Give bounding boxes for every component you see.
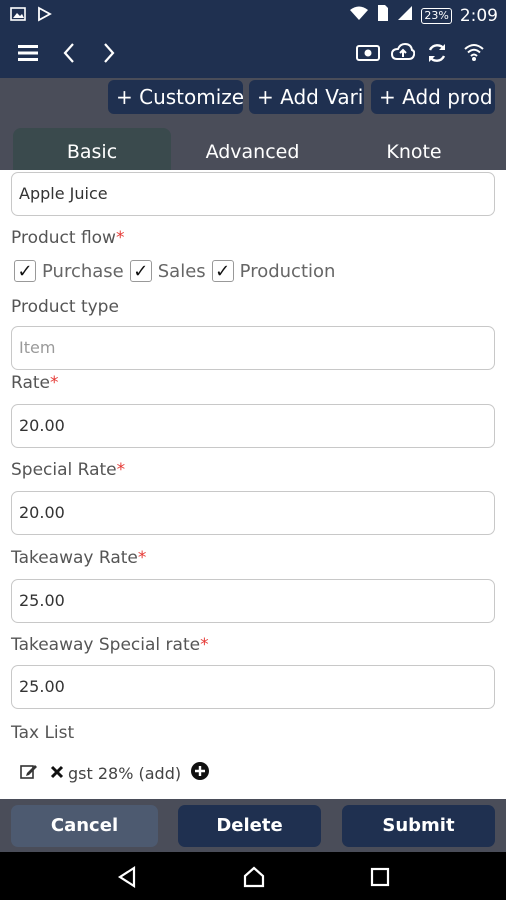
tab-knote[interactable]: Knote <box>335 128 493 170</box>
menu-icon[interactable] <box>18 43 40 67</box>
rate-label: Rate* <box>11 373 59 393</box>
purchase-label: Purchase <box>42 260 124 282</box>
product-flow-options: ✓ Purchase ✓ Sales ✓ Production <box>14 260 341 282</box>
special-rate-label: Special Rate* <box>11 460 126 480</box>
status-bar: 23% 2:09 <box>0 0 506 30</box>
production-checkbox[interactable]: ✓ <box>211 260 234 282</box>
add-variant-button[interactable]: + Add Vari <box>249 80 364 114</box>
back-icon[interactable] <box>116 865 138 892</box>
edit-icon[interactable] <box>20 762 38 784</box>
tab-bar: Basic Advanced Knote <box>0 122 506 170</box>
clock: 2:09 <box>459 5 498 26</box>
sync-icon[interactable] <box>426 42 448 68</box>
remove-tax-icon[interactable] <box>50 764 64 783</box>
chevron-left-icon[interactable] <box>62 42 76 68</box>
sim-icon <box>377 4 389 27</box>
product-type-input[interactable]: Item <box>11 326 495 370</box>
battery-indicator: 23% <box>421 7 452 24</box>
recent-apps-icon[interactable] <box>370 867 390 891</box>
product-name-input[interactable]: Apple Juice <box>11 172 495 216</box>
tab-basic[interactable]: Basic <box>13 128 171 170</box>
tab-advanced[interactable]: Advanced <box>175 128 330 170</box>
tax-list-label: Tax List <box>11 723 75 743</box>
system-nav-bar <box>0 852 506 900</box>
action-bar: + Customize + Add Vari + Add prod <box>0 78 506 122</box>
takeaway-rate-input[interactable]: 25.00 <box>11 579 495 623</box>
play-store-notification-icon <box>36 6 52 26</box>
home-icon[interactable] <box>242 865 266 893</box>
wifi-icon <box>349 5 369 26</box>
submit-button[interactable]: Submit <box>342 805 495 847</box>
tax-list-item: gst 28% (add) <box>20 762 210 784</box>
takeaway-rate-label: Takeaway Rate* <box>11 548 147 568</box>
cloud-upload-icon[interactable] <box>390 42 416 66</box>
sales-label: Sales <box>157 260 206 282</box>
product-flow-label: Product flow* <box>11 228 125 248</box>
production-label: Production <box>239 260 336 282</box>
special-rate-input[interactable]: 20.00 <box>11 491 495 535</box>
delete-button[interactable]: Delete <box>178 805 321 847</box>
cancel-button[interactable]: Cancel <box>11 805 158 847</box>
bottom-action-bar: Cancel Delete Submit <box>0 799 506 852</box>
customize-button[interactable]: + Customize <box>108 80 243 114</box>
image-notification-icon <box>10 6 26 26</box>
chevron-right-icon[interactable] <box>102 42 116 68</box>
add-product-button[interactable]: + Add prod <box>371 80 495 114</box>
takeaway-special-rate-input[interactable]: 25.00 <box>11 665 495 709</box>
top-toolbar <box>0 30 506 78</box>
wifi-status-icon[interactable] <box>463 42 485 66</box>
tax-item-label: gst 28% (add) <box>68 763 182 783</box>
rate-input[interactable]: 20.00 <box>11 404 495 448</box>
product-type-label: Product type <box>11 297 119 317</box>
add-tax-icon[interactable] <box>191 762 210 784</box>
takeaway-special-rate-label: Takeaway Special rate* <box>11 635 209 655</box>
signal-icon <box>397 5 413 26</box>
purchase-checkbox[interactable]: ✓ <box>14 260 36 282</box>
sales-checkbox[interactable]: ✓ <box>129 260 152 282</box>
cash-icon[interactable] <box>356 44 380 66</box>
